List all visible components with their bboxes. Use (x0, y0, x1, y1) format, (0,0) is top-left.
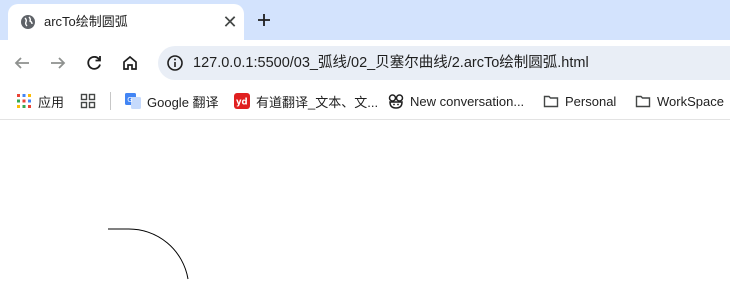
bookmark-label: WorkSpace (657, 93, 724, 109)
page-content (0, 121, 730, 304)
bookmark-label: Personal (565, 93, 617, 109)
bookmark-tab-groups[interactable] (80, 86, 96, 116)
youdao-icon: yd (234, 93, 250, 109)
google-translate-icon: G (125, 93, 141, 109)
tab-groups-icon (80, 93, 96, 109)
site-info-icon[interactable] (166, 54, 184, 72)
bookmark-apps[interactable]: 应用 (16, 86, 64, 116)
bookmark-label: Google 翻译 (147, 94, 219, 110)
bookmark-youdao[interactable]: yd 有道翻译_文本、文... (234, 86, 378, 116)
bookmark-new-conversation[interactable]: New conversation... (388, 86, 524, 116)
drawing-canvas (108, 228, 189, 280)
tab-close-icon[interactable]: ✕ (220, 12, 240, 32)
forward-icon[interactable] (46, 51, 70, 75)
svg-text:G: G (127, 96, 132, 104)
bookmark-folder-personal[interactable]: Personal (543, 86, 616, 116)
url-text[interactable]: 127.0.0.1:5500/03_弧线/02_贝塞尔曲线/2.arcTo绘制圆… (193, 55, 589, 71)
globe-icon (21, 15, 35, 29)
folder-icon (543, 95, 559, 108)
bookmark-label: New conversation... (410, 93, 525, 109)
active-tab[interactable]: arcTo绘制圆弧 ✕ (8, 4, 244, 40)
bookmark-google-translate[interactable]: G Google 翻译 (125, 86, 219, 116)
tab-title: arcTo绘制圆弧 (44, 14, 128, 29)
bookmark-label: 有道翻译_文本、文... (256, 94, 379, 110)
folder-icon (635, 95, 651, 108)
back-icon[interactable] (10, 51, 34, 75)
bookmarks-bar: 应用 G Google 翻译 yd 有道翻译_文本、文... New conve… (0, 86, 730, 120)
toolbar: 127.0.0.1:5500/03_弧线/02_贝塞尔曲线/2.arcTo绘制圆… (0, 40, 730, 86)
bookmark-label: 应用 (38, 94, 65, 110)
new-tab-icon[interactable] (252, 8, 276, 32)
svg-text:yd: yd (236, 98, 248, 108)
tab-strip: arcTo绘制圆弧 ✕ (0, 0, 730, 40)
home-icon[interactable] (118, 51, 142, 75)
copilot-icon (388, 94, 404, 109)
reload-icon[interactable] (82, 51, 106, 75)
bookmark-folder-workspace[interactable]: WorkSpace (635, 86, 724, 116)
arc-shape (108, 228, 189, 280)
address-bar[interactable]: 127.0.0.1:5500/03_弧线/02_贝塞尔曲线/2.arcTo绘制圆… (158, 46, 730, 80)
bookmarks-divider (110, 92, 111, 110)
apps-grid-icon (17, 94, 31, 108)
